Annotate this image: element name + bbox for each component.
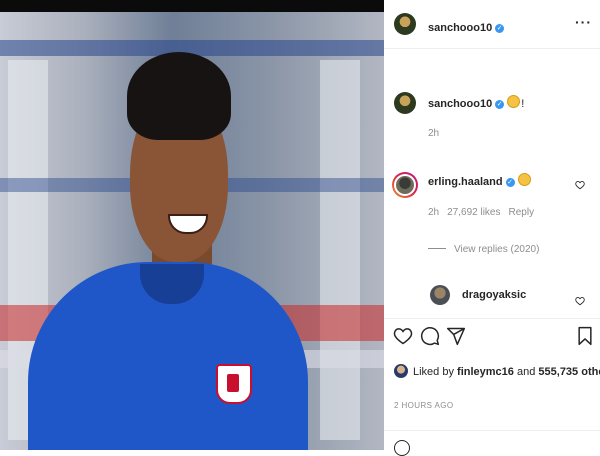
post-side-panel: sanchooo10 ✓ ··· sanchooo10 ✓! 2h erling.h… <box>384 0 600 456</box>
verified-icon: ✓ <box>505 178 515 187</box>
caption-username[interactable]: sanchooo10 <box>428 98 492 110</box>
author-avatar[interactable] <box>394 13 416 35</box>
view-replies-link[interactable]: View replies (2020) <box>428 244 539 255</box>
comment-like-heart-icon[interactable] <box>575 296 585 306</box>
share-icon[interactable] <box>446 326 466 346</box>
caption-text: ! <box>521 98 525 110</box>
post-timestamp: 2 HOURS AGO <box>394 401 454 410</box>
author-username[interactable]: sanchooo10 <box>428 22 492 34</box>
likes-count[interactable]: 555,735 others <box>538 366 600 378</box>
comment-reply[interactable]: Reply <box>509 207 535 218</box>
worried-face-emoji-icon <box>517 173 531 186</box>
verified-icon: ✓ <box>495 100 505 109</box>
comment-icon[interactable] <box>420 326 440 346</box>
commenter-avatar[interactable] <box>430 285 450 305</box>
comment-box-divider <box>384 430 600 431</box>
heart-icon[interactable] <box>393 326 413 346</box>
view-replies-dash <box>428 248 446 249</box>
actions-divider <box>384 318 600 319</box>
emoji-picker-icon[interactable] <box>394 440 410 456</box>
likes-summary: Liked by finleymc16 and 555,735 others <box>394 364 600 378</box>
comment-row: dragoyaksic <box>462 289 526 301</box>
post-actions-bar <box>384 326 600 354</box>
verified-icon: ✓ <box>495 24 505 33</box>
bookmark-icon[interactable] <box>576 326 594 346</box>
photo-person-hair <box>127 52 231 140</box>
comment-time: 2h <box>428 207 440 218</box>
comment-likes[interactable]: 27,692 likes <box>447 207 500 218</box>
england-crest-icon <box>216 364 252 404</box>
commenter-avatar[interactable] <box>392 172 418 198</box>
likes-and: and <box>516 366 536 378</box>
comment-username[interactable]: dragoyaksic <box>462 289 526 301</box>
comment-like-heart-icon[interactable] <box>575 180 585 190</box>
jersey-collar <box>140 264 204 304</box>
comment-row: erling.haaland ✓ <box>428 173 531 188</box>
likes-prefix: Liked by <box>413 366 454 378</box>
liker-avatar[interactable] <box>394 364 408 378</box>
post-header: sanchooo10 ✓ ··· <box>384 0 600 49</box>
photo-bg-pillar <box>320 60 360 440</box>
author-name-row: sanchooo10 ✓ <box>428 18 505 36</box>
grimacing-emoji-icon <box>507 95 521 108</box>
post-photo[interactable] <box>0 0 384 450</box>
photo-person-jersey <box>28 262 308 450</box>
caption-row: sanchooo10 ✓! <box>428 95 524 110</box>
liker-username[interactable]: finleymc16 <box>457 366 514 378</box>
view-replies-label: View replies (2020) <box>454 244 540 255</box>
caption-time: 2h <box>428 128 440 139</box>
comment-username[interactable]: erling.haaland <box>428 176 503 188</box>
photo-top-bar <box>0 0 384 12</box>
caption-avatar[interactable] <box>394 92 416 114</box>
more-options-icon[interactable]: ··· <box>575 14 592 30</box>
comment-meta: 2h 27,692 likes Reply <box>428 207 542 218</box>
